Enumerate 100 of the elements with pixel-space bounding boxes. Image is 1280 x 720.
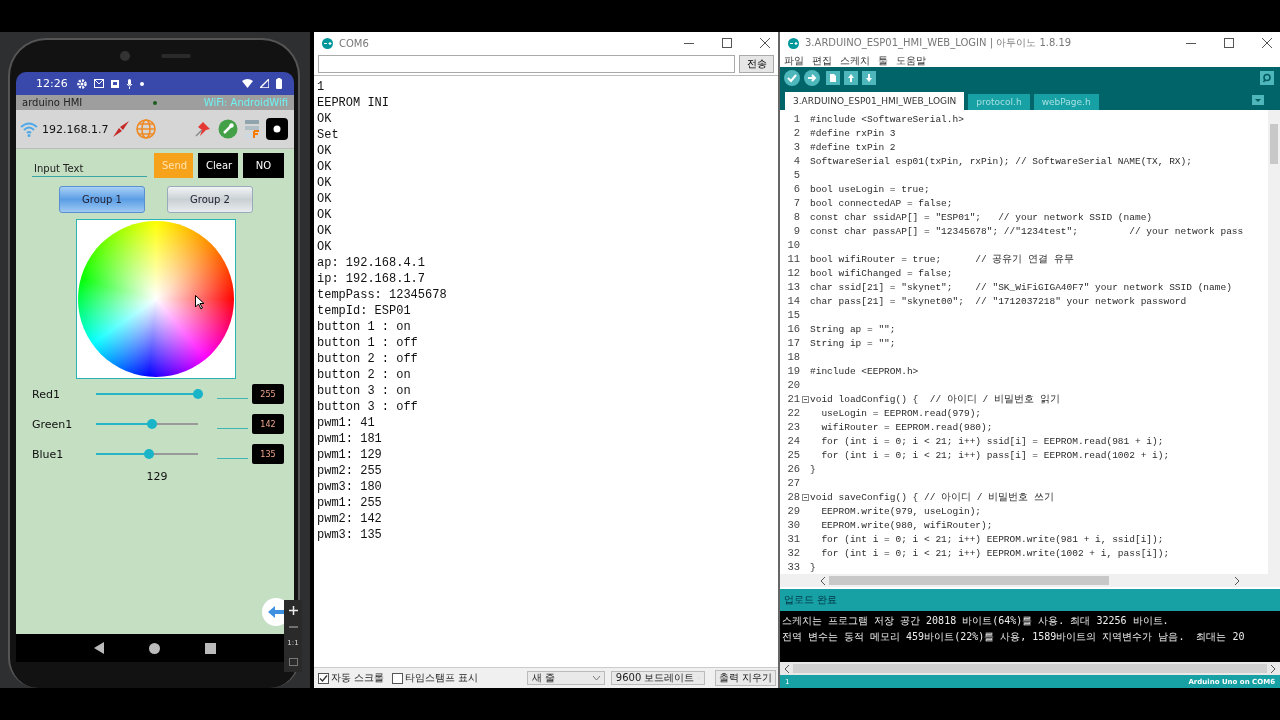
- line-number: 17: [786, 337, 800, 349]
- input-field[interactable]: Input Text: [32, 160, 147, 177]
- slider-label: Green1: [32, 417, 74, 431]
- upload-icon[interactable]: [804, 70, 820, 86]
- line-number: 15: [786, 309, 800, 321]
- arrows-icon[interactable]: [112, 120, 131, 138]
- plus-icon[interactable]: [288, 605, 298, 615]
- line-number: 25: [786, 449, 800, 461]
- menu-item[interactable]: 파일: [784, 53, 804, 68]
- line-ending-select[interactable]: 새 줄: [526, 671, 605, 685]
- output-line: tempId: ESP01: [317, 303, 411, 319]
- output-line: OK: [317, 175, 332, 191]
- line-number: 33: [786, 561, 800, 573]
- output-line: pwm1: 181: [317, 431, 382, 447]
- open-icon[interactable]: [844, 71, 858, 85]
- action-button[interactable]: Clear: [198, 153, 238, 178]
- code-line: bool wifiChanged = false;: [810, 267, 953, 279]
- line-number: 31: [786, 533, 800, 545]
- input-field[interactable]: [318, 55, 735, 73]
- clear-output-button[interactable]: 출력 지우기: [714, 670, 776, 686]
- fold-marker[interactable]: [800, 492, 810, 502]
- mouse-pointer-icon: [195, 295, 205, 310]
- scrollbar[interactable]: [780, 662, 1280, 675]
- menu-item[interactable]: 스케치: [840, 53, 870, 68]
- signal-icon: [260, 79, 269, 88]
- line-number: 30: [786, 519, 800, 531]
- menu-item[interactable]: 툴: [878, 53, 888, 68]
- line-number: 21: [786, 393, 800, 405]
- new-file-icon[interactable]: [826, 71, 840, 85]
- fit-icon[interactable]: [288, 658, 298, 667]
- console-line: 스케치는 프로그램 저장 공간 20818 바이트(64%)를 사용. 최대 32256 바이트.: [782, 614, 1169, 628]
- code-line: for (int i = 0; i < 21; i++) EEPROM.write(981 + i, ssid[i]);: [820, 533, 1164, 545]
- output-line: pwm2: 255: [317, 463, 382, 479]
- code-line: SoftwareSerial esp01(txPin, rxPin); // SoftwareSerial NAME(TX, RX);: [810, 155, 1192, 167]
- code-line: void saveConfig() { // 아이디 / 비밀번호 쓰기: [810, 490, 1054, 504]
- code-line: #include <SoftwareSerial.h>: [810, 113, 964, 125]
- output-line: ip: 192.168.1.7: [317, 271, 426, 287]
- line-number: 28: [786, 491, 800, 503]
- action-button[interactable]: NO: [243, 153, 284, 178]
- close-icon[interactable]: [1262, 38, 1272, 48]
- code-line: #define txPin 2: [810, 141, 896, 153]
- output-line: pwm1: 129: [317, 447, 382, 463]
- checkbox[interactable]: [392, 672, 404, 684]
- baud-rate-select[interactable]: 9600 보드레이트: [610, 671, 705, 685]
- save-icon[interactable]: [862, 71, 876, 85]
- minus-icon[interactable]: [288, 625, 298, 628]
- slider-thumb[interactable]: [193, 389, 203, 399]
- line-number: 11: [786, 253, 800, 265]
- line-number: 22: [786, 407, 800, 419]
- line-number: 19: [786, 365, 800, 377]
- output-line: EEPROM INI: [317, 95, 389, 111]
- line-number: 23: [786, 421, 800, 433]
- code-line: }: [810, 463, 816, 475]
- scrollbar[interactable]: [1268, 110, 1280, 574]
- close-icon[interactable]: [760, 38, 770, 48]
- verify-icon[interactable]: [784, 70, 800, 86]
- dot-icon: [139, 81, 144, 86]
- maximize-icon[interactable]: [1224, 38, 1234, 48]
- search-icon[interactable]: [1260, 71, 1274, 85]
- wrench-icon[interactable]: [218, 119, 238, 139]
- code-line: wifiRouter = EEPROM.read(980);: [820, 421, 993, 433]
- output-line: tempPass: 12345678: [317, 287, 447, 303]
- wifi-icon: [242, 79, 253, 88]
- slider-label: Red1: [32, 387, 61, 401]
- menu-item[interactable]: 편집: [812, 53, 832, 68]
- back-icon[interactable]: [93, 642, 104, 654]
- scrollbar[interactable]: [780, 574, 1280, 587]
- checkbox-label: 자동 스크롤: [331, 671, 385, 685]
- stop-icon[interactable]: [266, 118, 288, 140]
- scroll-right-icon[interactable]: [1234, 576, 1240, 585]
- line-number: 2: [792, 127, 800, 139]
- line-number: 12: [786, 267, 800, 279]
- file-tab[interactable]: 3.ARDUINO_ESP01_HMI_WEB_LOGIN: [785, 92, 965, 110]
- send-button[interactable]: 전송: [739, 55, 774, 73]
- recents-icon[interactable]: [205, 642, 217, 654]
- ip-address: 192.168.1.7: [42, 122, 109, 136]
- scroll-left-icon[interactable]: [820, 576, 826, 585]
- home-icon[interactable]: [149, 642, 160, 654]
- minimize-icon[interactable]: [1186, 42, 1196, 44]
- group-button[interactable]: Group 1: [59, 186, 145, 213]
- console-line: 전역 변수는 동적 메모리 459바이트(22%)를 사용, 1589바이트의 지역변수가 남음. 최대는 20: [782, 630, 1245, 644]
- checkbox[interactable]: [318, 672, 329, 684]
- slider-thumb[interactable]: [147, 419, 158, 429]
- scroll-right-icon[interactable]: [1270, 664, 1276, 673]
- slider-thumb[interactable]: [144, 449, 155, 459]
- fold-marker[interactable]: [800, 394, 810, 404]
- line-number: 14: [786, 295, 800, 307]
- arrow-left-icon: [268, 606, 284, 618]
- output-line: OK: [317, 191, 332, 207]
- line-number: 13: [786, 281, 800, 293]
- wifi-icon: [20, 121, 38, 137]
- maximize-icon[interactable]: [722, 38, 732, 48]
- line-number: 29: [786, 505, 800, 517]
- dropdown-icon[interactable]: [1252, 94, 1264, 105]
- scroll-left-icon[interactable]: [784, 664, 790, 673]
- minimize-icon[interactable]: [684, 42, 694, 44]
- code-line: }: [810, 561, 816, 573]
- pin-icon[interactable]: [194, 120, 212, 138]
- group-button[interactable]: Group 2: [167, 186, 253, 213]
- menu-item[interactable]: 도움말: [896, 53, 926, 68]
